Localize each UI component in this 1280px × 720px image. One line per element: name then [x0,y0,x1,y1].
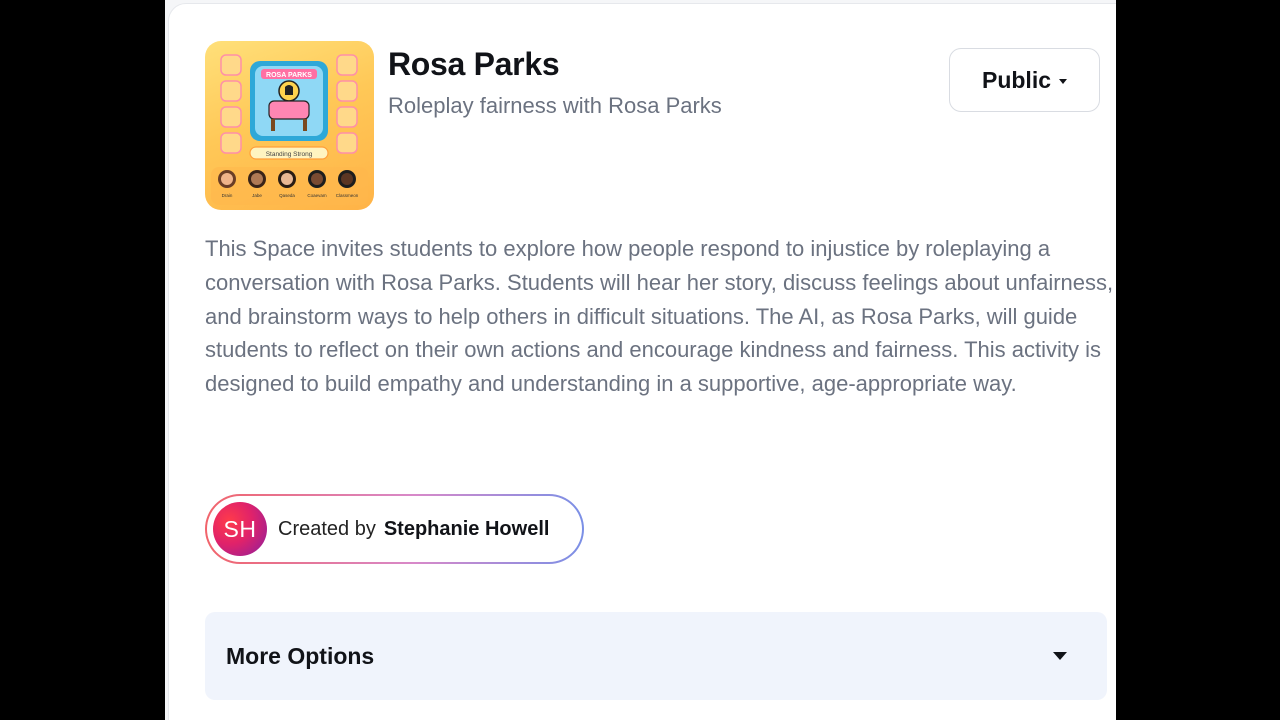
more-options-label: More Options [226,642,375,669]
thumbnail-person-label: Jabe [252,193,262,198]
visibility-label: Public [981,66,1051,93]
thumbnail-footer-text: Standing Strong [266,151,313,158]
created-by-label: Created by [278,517,376,540]
rosa-parks-illustration: ROSA PARKS Standing Strong Drain Jabe Qa… [211,54,368,205]
space-subtitle: Roleplay fairness with Rosa Parks [388,93,722,118]
more-options-accordion[interactable]: More Options [205,612,1107,700]
thumbnail-person-label: Qaseda [279,193,295,198]
space-thumbnail: ROSA PARKS Standing Strong Drain Jabe Qa… [205,41,374,210]
thumbnail-person-label: Classmeon [336,193,359,198]
thumbnail-banner-text: ROSA PARKS [266,72,312,79]
creator-chip[interactable]: SH Created by Stephanie Howell [205,494,584,564]
creator-avatar: SH [213,502,267,556]
creator-name: Stephanie Howell [383,517,550,540]
space-card: ROSA PARKS Standing Strong Drain Jabe Qa… [168,3,1116,720]
thumbnail-person-label: Coaevam [307,193,327,198]
creator-chip-inner: SH Created by Stephanie Howell [207,496,582,562]
space-title: Rosa Parks [388,46,560,82]
chevron-down-icon [1053,652,1067,660]
space-description: This Space invites students to explore h… [205,236,1114,397]
thumbnail-person-label: Drain [222,193,233,198]
visibility-dropdown-button[interactable]: Public [949,48,1100,112]
caret-down-icon [1059,78,1067,84]
page-background: ROSA PARKS Standing Strong Drain Jabe Qa… [165,0,1116,720]
